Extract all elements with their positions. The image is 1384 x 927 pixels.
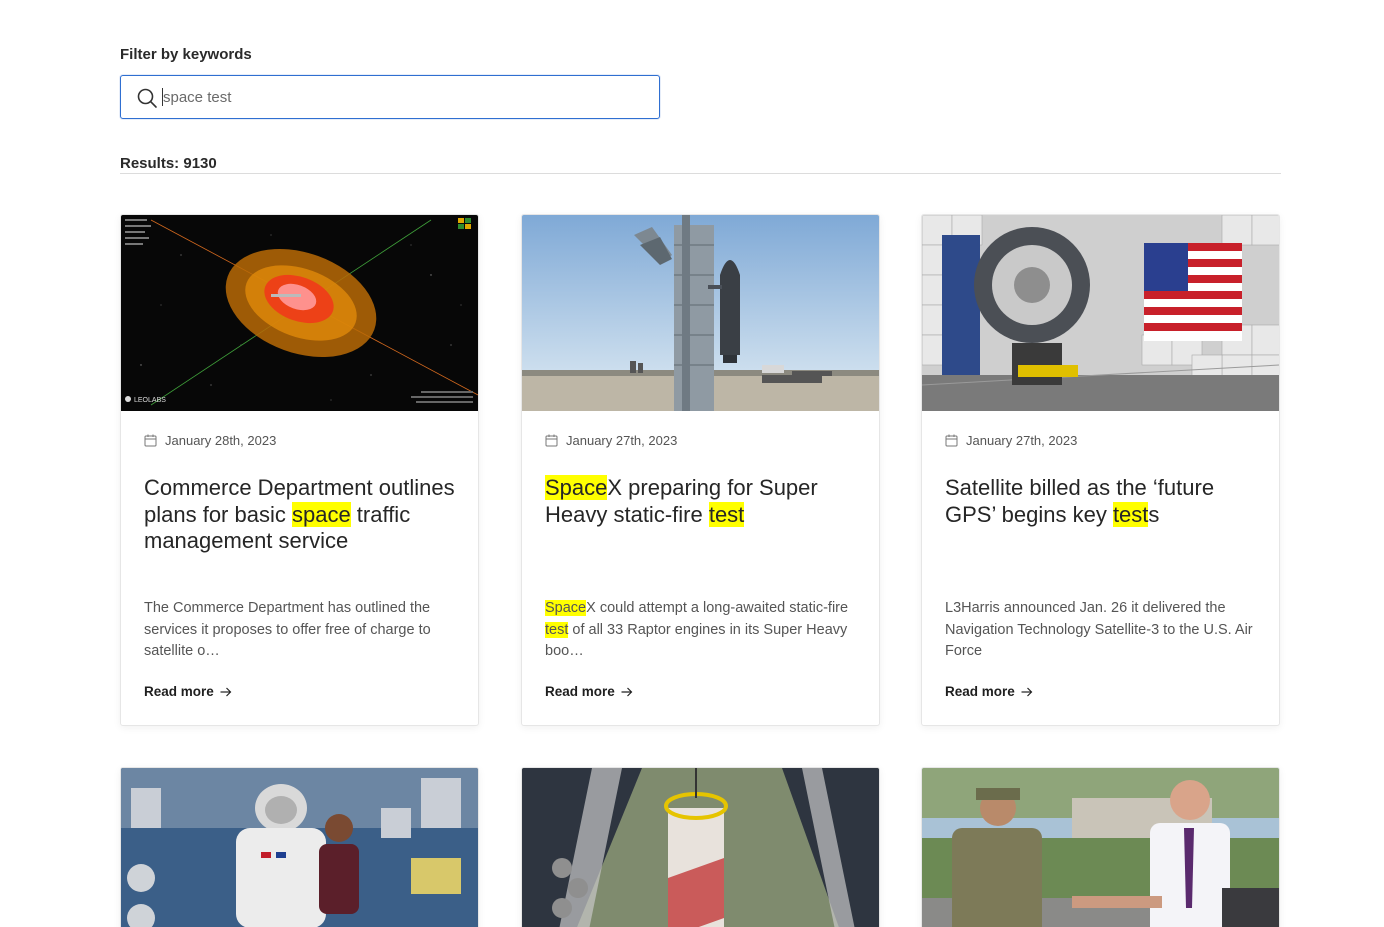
arrow-right-icon <box>220 687 232 696</box>
article-date: January 28th, 2023 <box>144 433 276 448</box>
keyword-highlight: test <box>708 501 745 527</box>
article-title[interactable]: Satellite billed as the ‘future GPS’ beg… <box>945 475 1265 528</box>
read-more-link[interactable]: Read more <box>945 684 1033 699</box>
excerpt-text: of all 33 Raptor engines in its Super He… <box>545 621 848 660</box>
calendar-icon <box>144 434 157 447</box>
keyword-highlight: test <box>545 621 569 638</box>
read-more-label: Read more <box>945 684 1015 699</box>
excerpt-text: L3Harris announced Jan. 26 it delivered … <box>945 600 1253 659</box>
search-icon <box>137 88 157 108</box>
handshake-military-image[interactable] <box>922 768 1279 927</box>
search-input[interactable] <box>163 84 643 110</box>
article-title[interactable]: SpaceX preparing for Super Heavy static-… <box>545 475 865 528</box>
calendar-icon <box>945 434 958 447</box>
article-title[interactable]: Commerce Department outlines plans for b… <box>144 475 464 555</box>
excerpt-text: The Commerce Department has outlined the… <box>144 600 431 659</box>
article-date: January 27th, 2023 <box>945 433 1077 448</box>
read-more-label: Read more <box>545 684 615 699</box>
article-excerpt: L3Harris announced Jan. 26 it delivered … <box>945 598 1265 663</box>
keyword-highlight: Space <box>545 475 608 500</box>
results-count: Results: 9130 <box>120 155 217 172</box>
excerpt-text: X could attempt a long-awaited static-fi… <box>586 600 849 616</box>
keyword-highlight: test <box>1112 501 1149 527</box>
read-more-link[interactable]: Read more <box>144 684 232 699</box>
article-card[interactable]: January 27th, 2023 Satellite billed as t… <box>921 214 1280 726</box>
article-card[interactable] <box>120 767 479 927</box>
page: Filter by keywords Results: 9130 <box>0 0 1384 927</box>
article-date-text: January 28th, 2023 <box>165 433 277 448</box>
article-excerpt: SpaceX could attempt a long-awaited stat… <box>545 598 865 663</box>
title-text: Satellite billed as the ‘future GPS’ beg… <box>945 475 1215 527</box>
results-divider <box>120 173 1281 174</box>
calendar-icon <box>545 434 558 447</box>
article-date-text: January 27th, 2023 <box>566 433 678 448</box>
keyword-highlight: space <box>291 501 351 527</box>
article-card[interactable]: January 27th, 2023 SpaceX preparing for … <box>521 214 880 726</box>
article-date: January 27th, 2023 <box>545 433 677 448</box>
arrow-right-icon <box>1021 687 1033 696</box>
article-date-text: January 27th, 2023 <box>966 433 1078 448</box>
astronaut-iss-image[interactable] <box>121 768 478 927</box>
article-card[interactable]: LEOLABS January 28th, 2023 Commerce Depa… <box>120 214 479 726</box>
arrow-right-icon <box>621 687 633 696</box>
title-text: s <box>1148 501 1160 527</box>
keyword-highlight: Space <box>545 600 587 616</box>
satellite-anechoic-chamber-image[interactable] <box>922 215 1279 411</box>
text-caret <box>162 88 163 106</box>
article-excerpt: The Commerce Department has outlined the… <box>144 598 464 663</box>
article-card[interactable] <box>921 767 1280 927</box>
starship-launch-tower-image[interactable] <box>522 215 879 411</box>
read-more-label: Read more <box>144 684 214 699</box>
logo-watermark: LEOLABS <box>134 397 166 404</box>
article-card[interactable] <box>521 767 880 927</box>
filter-label: Filter by keywords <box>120 46 252 63</box>
read-more-link[interactable]: Read more <box>545 684 633 699</box>
orbit-visualization-image[interactable]: LEOLABS <box>121 215 478 411</box>
rocket-stack-aerial-image[interactable] <box>522 768 879 927</box>
search-box[interactable] <box>120 75 660 119</box>
